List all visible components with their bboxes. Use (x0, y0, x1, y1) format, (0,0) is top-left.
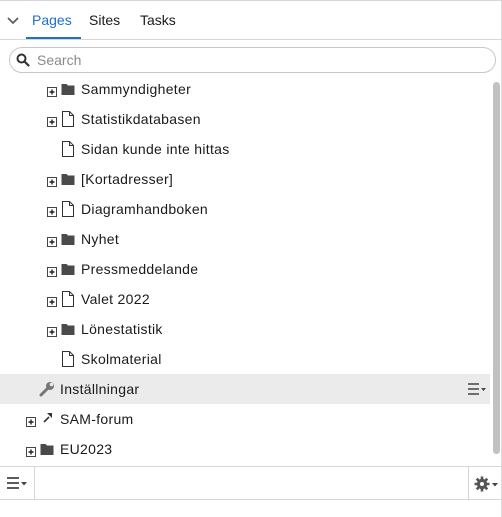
expand-icon[interactable] (47, 234, 57, 247)
page-icon (61, 351, 75, 367)
tree-item-label: Skolmaterial (81, 351, 162, 367)
tree-item-sidan-kunde-inte-hittas[interactable]: Sidan kunde inte hittas (0, 134, 490, 164)
folder-icon (61, 321, 75, 337)
tree-item-lonestatistik[interactable]: Lönestatistik (0, 314, 490, 344)
folder-icon (61, 171, 75, 187)
tree-item-label: EU2023 (60, 441, 113, 457)
list-menu-button[interactable] (0, 467, 35, 500)
tab-sites[interactable]: Sites (89, 12, 120, 28)
site-icon (41, 411, 55, 427)
folder-icon (61, 231, 75, 247)
bottom-toolbar (0, 466, 502, 500)
tree-item-statistikdatabasen[interactable]: Statistikdatabasen (0, 104, 490, 134)
tab-tasks[interactable]: Tasks (140, 12, 176, 28)
tree-item-kortadresser[interactable]: [Kortadresser] (0, 164, 490, 194)
tree-item-diagramhandboken[interactable]: Diagramhandboken (0, 194, 490, 224)
tree-item-label: Nyhet (81, 231, 120, 247)
wrench-icon (38, 381, 56, 397)
active-tab-indicator (26, 37, 81, 39)
tree-item-label: Pressmeddelande (81, 261, 199, 277)
expand-icon[interactable] (47, 294, 57, 307)
page-icon (61, 141, 75, 157)
expand-icon[interactable] (47, 174, 57, 187)
tree-item-pressmeddelande[interactable]: Pressmeddelande (0, 254, 490, 284)
search-box (9, 47, 496, 73)
tab-bar: Pages Sites Tasks (0, 0, 502, 40)
tree-item-label: Sidan kunde inte hittas (81, 141, 230, 157)
expand-icon[interactable] (47, 114, 57, 127)
page-icon (61, 201, 75, 217)
tree-scrollbar[interactable] (493, 82, 500, 454)
expand-icon[interactable] (47, 264, 57, 277)
tree-item-skolmaterial[interactable]: Skolmaterial (0, 344, 490, 374)
tree-item-label: Sammyndigheter (81, 81, 192, 97)
tab-pages[interactable]: Pages (32, 12, 72, 28)
tree-item-label: Diagramhandboken (81, 201, 208, 217)
folder-icon (61, 81, 75, 97)
page-icon (61, 111, 75, 127)
tree-item-label: SAM-forum (60, 411, 134, 427)
search-input[interactable] (37, 51, 477, 69)
tree-item-label: Inställningar (60, 381, 140, 397)
page-icon (61, 291, 75, 307)
tree-item-sam-forum[interactable]: SAM-forum (0, 404, 490, 434)
menu-icon (7, 477, 27, 489)
expand-icon[interactable] (26, 444, 36, 457)
gear-icon (474, 476, 498, 492)
tree-item-label: Statistikdatabasen (81, 111, 201, 127)
expand-icon[interactable] (47, 204, 57, 217)
tree-item-eu2023[interactable]: EU2023 (0, 434, 490, 464)
folder-icon (61, 261, 75, 277)
page-tree-panel: Pages Sites Tasks Sammyndigheter Statist… (0, 0, 502, 517)
tree-item-label: Valet 2022 (81, 291, 150, 307)
expand-icon[interactable] (47, 84, 57, 97)
context-menu-icon[interactable] (468, 382, 486, 396)
folder-icon (40, 441, 54, 457)
settings-button[interactable] (468, 467, 502, 500)
expand-icon[interactable] (26, 414, 36, 427)
tree-item-valet-2022[interactable]: Valet 2022 (0, 284, 490, 314)
tree-item-installningar[interactable]: Inställningar (0, 374, 490, 404)
tree-item-label: [Kortadresser] (81, 171, 174, 187)
tree-item-label: Lönestatistik (81, 321, 163, 337)
page-tree: Sammyndigheter Statistikdatabasen Sidan … (0, 74, 490, 466)
expand-icon[interactable] (47, 324, 57, 337)
tree-item-nyhet[interactable]: Nyhet (0, 224, 490, 254)
search-icon (16, 53, 30, 67)
chevron-down-icon[interactable] (6, 13, 20, 27)
tree-item-sammyndigheter[interactable]: Sammyndigheter (0, 74, 490, 104)
